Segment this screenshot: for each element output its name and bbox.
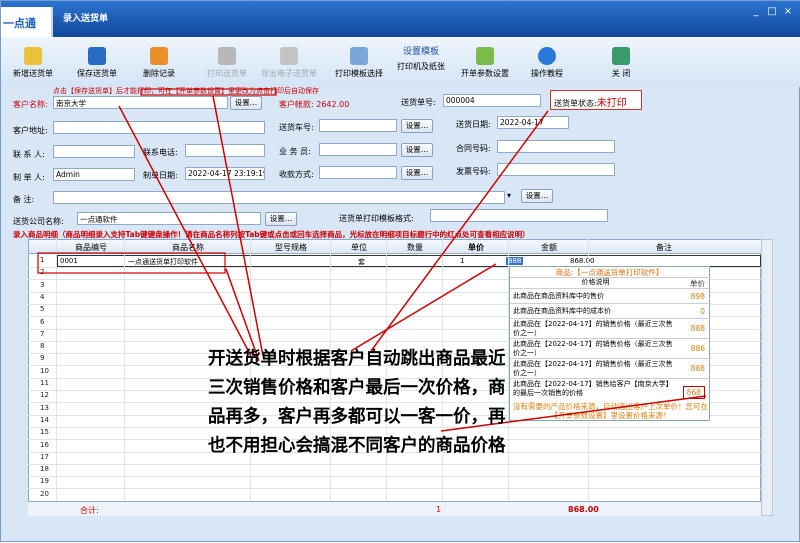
app-window: 一点通 录入送货单 _ □ × 新增送货单 保存送货单 删除记录 打印送货单 导… [0, 0, 800, 542]
annotation-arrows [37, 88, 707, 432]
callout-text: 开送货单时根据客户自动跳出商品最近三次销售价格和客户最后一次价格，商品再多，客户… [208, 349, 506, 456]
